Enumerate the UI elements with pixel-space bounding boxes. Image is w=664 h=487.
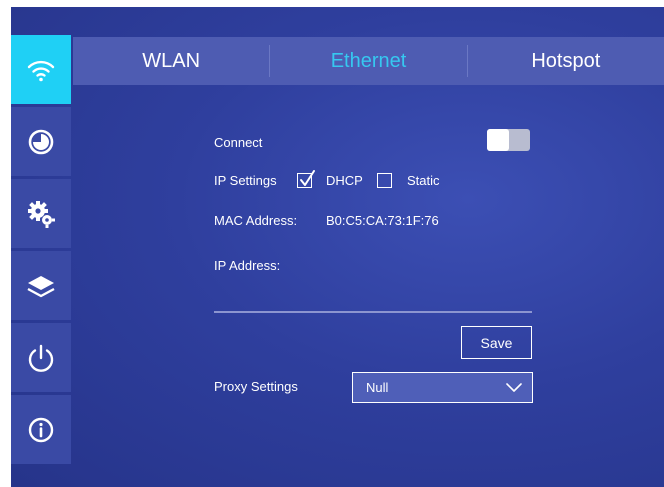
static-label: Static — [407, 173, 440, 188]
proxy-select[interactable]: Null — [352, 372, 533, 403]
connect-toggle[interactable] — [487, 129, 530, 151]
save-button[interactable]: Save — [461, 326, 532, 359]
dhcp-checkbox[interactable] — [297, 170, 315, 188]
chevron-down-icon — [506, 383, 522, 392]
ip-address-underline — [214, 311, 532, 313]
connect-label: Connect — [214, 135, 263, 150]
toggle-knob — [487, 129, 509, 151]
proxy-settings-label: Proxy Settings — [214, 379, 298, 394]
ethernet-panel: Connect IP Settings DHCP Static MAC Addr… — [11, 7, 664, 487]
mac-address-value: B0:C5:CA:73:1F:76 — [326, 213, 439, 228]
static-checkbox[interactable] — [377, 173, 392, 188]
ip-settings-label: IP Settings — [214, 173, 277, 188]
checkmark-icon — [300, 170, 315, 186]
mac-address-label: MAC Address: — [214, 213, 298, 228]
ip-address-label: IP Address: — [214, 258, 281, 273]
dhcp-label: DHCP — [326, 173, 363, 188]
ethernet-settings-screen: WLAN Ethernet Hotspot Connect IP Setting… — [11, 7, 664, 487]
proxy-selected-value: Null — [366, 380, 389, 395]
